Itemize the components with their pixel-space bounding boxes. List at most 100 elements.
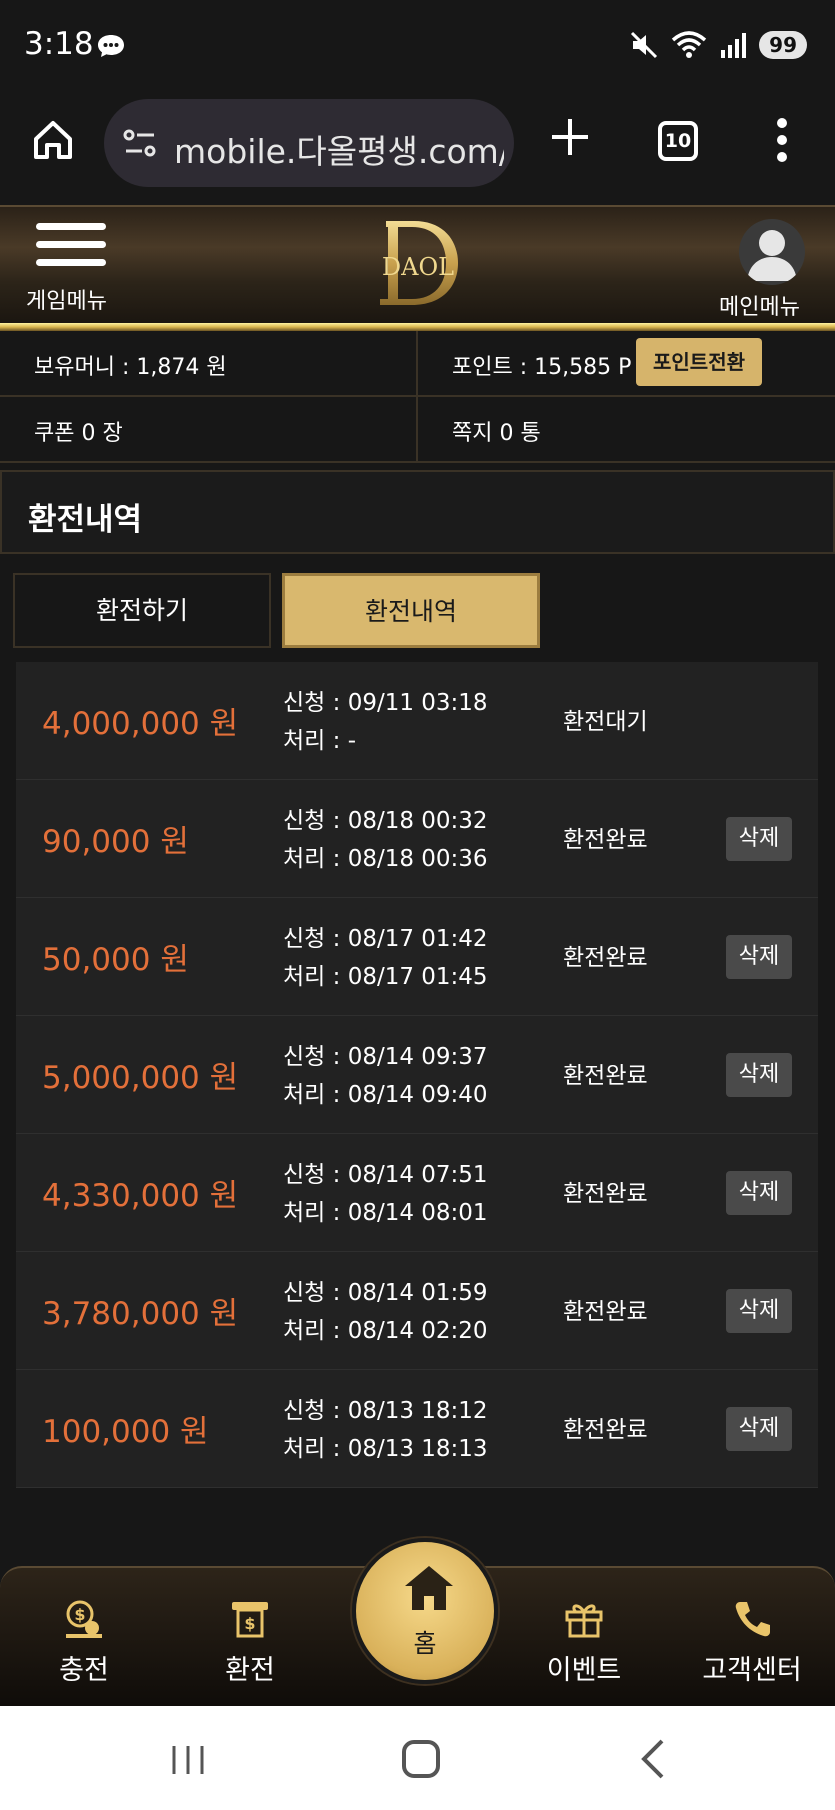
list-item: 4,330,000 원 신청 : 08/14 07:51 처리 : 08/14 … xyxy=(16,1134,818,1252)
status-text: 환전완료 xyxy=(563,1063,648,1089)
delete-button[interactable]: 삭제 xyxy=(726,1171,792,1215)
amount: 4,330,000 원 xyxy=(42,1178,239,1214)
battery-indicator: 99 xyxy=(759,31,807,59)
svg-text:$: $ xyxy=(74,1605,85,1624)
nav-support[interactable]: 고객센터 xyxy=(682,1596,822,1687)
game-menu-button[interactable]: 게임메뉴 xyxy=(26,223,120,319)
time-info: 신청 : 09/11 03:18 처리 : - xyxy=(283,684,488,760)
status-text: 환전완료 xyxy=(563,1299,648,1325)
point-convert-button[interactable]: 포인트전환 xyxy=(636,338,762,386)
time-info: 신청 : 08/18 00:32 처리 : 08/18 00:36 xyxy=(283,802,488,878)
time-info: 신청 : 08/14 09:37 처리 : 08/14 09:40 xyxy=(283,1038,488,1114)
home-icon xyxy=(405,1566,453,1610)
list-item: 3,780,000 원 신청 : 08/14 01:59 처리 : 08/14 … xyxy=(16,1252,818,1370)
nav-event[interactable]: 이벤트 xyxy=(514,1596,654,1687)
status-text: 환전대기 xyxy=(563,709,648,735)
coupon-cell: 쿠폰 0 장 xyxy=(0,397,418,463)
amount: 50,000 원 xyxy=(42,942,189,978)
point-cell: 포인트 : 15,585 P 포인트전환 xyxy=(418,331,835,397)
point-balance: 포인트 : 15,585 P xyxy=(452,355,632,380)
nav-home-label: 홈 xyxy=(413,1629,437,1658)
chat-notification-icon xyxy=(98,35,124,57)
status-text: 환전완료 xyxy=(563,827,648,853)
site-settings-icon[interactable] xyxy=(122,127,158,159)
amount: 3,780,000 원 xyxy=(42,1296,239,1332)
back-icon[interactable] xyxy=(640,1738,666,1780)
exchange-history-list: 4,000,000 원 신청 : 09/11 03:18 처리 : - 환전대기… xyxy=(16,662,818,1488)
processed-time: 처리 : - xyxy=(283,728,356,754)
requested-time: 신청 : 09/11 03:18 xyxy=(283,690,488,716)
nav-charge[interactable]: $ 충전 xyxy=(14,1596,154,1687)
main-menu-label: 메인메뉴 xyxy=(719,295,800,320)
delete-button[interactable]: 삭제 xyxy=(726,1053,792,1097)
system-home-icon[interactable] xyxy=(402,1740,440,1778)
message-count[interactable]: 쪽지 0 통 xyxy=(452,415,541,447)
system-nav-bar xyxy=(0,1706,835,1810)
hamburger-icon xyxy=(26,223,120,266)
processed-time: 처리 : 08/18 00:36 xyxy=(283,846,488,872)
browser-toolbar: mobile.다올평생.com/ 10 xyxy=(0,95,835,205)
coupon-count[interactable]: 쿠폰 0 장 xyxy=(34,415,123,447)
phone-icon xyxy=(735,1602,770,1637)
nav-exchange-label: 환전 xyxy=(225,1655,275,1686)
amount: 5,000,000 원 xyxy=(42,1060,239,1096)
nav-home-button[interactable]: 홈 xyxy=(352,1538,498,1684)
game-menu-label: 게임메뉴 xyxy=(26,289,107,314)
list-item: 4,000,000 원 신청 : 09/11 03:18 처리 : - 환전대기 xyxy=(16,662,818,780)
status-text: 환전완료 xyxy=(563,1181,648,1207)
account-info-grid: 보유머니 : 1,874 원 포인트 : 15,585 P 포인트전환 쿠폰 0… xyxy=(0,331,835,465)
nav-charge-label: 충전 xyxy=(59,1655,109,1686)
svg-text:DAOL: DAOL xyxy=(382,253,454,281)
delete-button[interactable]: 삭제 xyxy=(726,1407,792,1451)
time-info: 신청 : 08/14 07:51 처리 : 08/14 08:01 xyxy=(283,1156,488,1232)
requested-time: 신청 : 08/13 18:12 xyxy=(283,1398,488,1424)
page-title: 환전내역 xyxy=(28,502,143,538)
list-item: 90,000 원 신청 : 08/18 00:32 처리 : 08/18 00:… xyxy=(16,780,818,898)
money-cell: 보유머니 : 1,874 원 xyxy=(0,331,418,397)
new-tab-icon[interactable] xyxy=(548,115,592,159)
time-info: 신청 : 08/14 01:59 처리 : 08/14 02:20 xyxy=(283,1274,488,1350)
tab-switcher-button[interactable]: 10 xyxy=(658,121,698,161)
list-item: 100,000 원 신청 : 08/13 18:12 처리 : 08/13 18… xyxy=(16,1370,818,1488)
tab-exchange[interactable]: 환전하기 xyxy=(13,573,271,648)
signal-icon xyxy=(721,33,747,58)
amount: 90,000 원 xyxy=(42,824,189,860)
section-header: 환전내역 xyxy=(0,470,835,554)
requested-time: 신청 : 08/17 01:42 xyxy=(283,926,488,952)
mute-icon xyxy=(631,31,658,59)
tab-exchange-history[interactable]: 환전내역 xyxy=(282,573,540,648)
status-time: 3:18 xyxy=(24,26,94,62)
list-item: 5,000,000 원 신청 : 08/14 09:37 처리 : 08/14 … xyxy=(16,1016,818,1134)
wifi-icon xyxy=(672,31,707,58)
message-cell: 쪽지 0 통 xyxy=(418,397,835,463)
nav-support-label: 고객센터 xyxy=(702,1655,802,1686)
coin-deposit-icon: $ xyxy=(66,1600,102,1638)
time-info: 신청 : 08/17 01:42 처리 : 08/17 01:45 xyxy=(283,920,488,996)
main-menu-button[interactable]: 메인메뉴 xyxy=(719,213,825,320)
processed-time: 처리 : 08/14 02:20 xyxy=(283,1318,488,1344)
requested-time: 신청 : 08/18 00:32 xyxy=(283,808,488,834)
status-bar: 3:18 99 xyxy=(0,0,835,95)
address-bar[interactable]: mobile.다올평생.com/ xyxy=(104,99,514,187)
processed-time: 처리 : 08/14 08:01 xyxy=(283,1200,488,1226)
nav-event-label: 이벤트 xyxy=(546,1655,622,1686)
url-text[interactable]: mobile.다올평생.com/ xyxy=(174,125,504,173)
money-balance: 보유머니 : 1,874 원 xyxy=(34,355,227,380)
requested-time: 신청 : 08/14 07:51 xyxy=(283,1162,488,1188)
gift-icon xyxy=(565,1604,603,1638)
browser-home-icon[interactable] xyxy=(30,117,76,163)
delete-button[interactable]: 삭제 xyxy=(726,817,792,861)
requested-time: 신청 : 08/14 09:37 xyxy=(283,1044,488,1070)
user-avatar-icon xyxy=(739,219,805,285)
nav-exchange[interactable]: $ 환전 xyxy=(180,1596,320,1687)
processed-time: 처리 : 08/13 18:13 xyxy=(283,1436,488,1462)
status-text: 환전완료 xyxy=(563,1417,648,1443)
amount: 100,000 원 xyxy=(42,1414,209,1450)
processed-time: 처리 : 08/14 09:40 xyxy=(283,1082,488,1108)
recent-apps-icon[interactable] xyxy=(170,1744,206,1776)
delete-button[interactable]: 삭제 xyxy=(726,935,792,979)
daol-logo[interactable]: DAOL xyxy=(372,215,464,311)
delete-button[interactable]: 삭제 xyxy=(726,1289,792,1333)
site-header: 게임메뉴 DAOL 메인메뉴 xyxy=(0,205,835,331)
more-options-icon[interactable] xyxy=(776,117,788,163)
